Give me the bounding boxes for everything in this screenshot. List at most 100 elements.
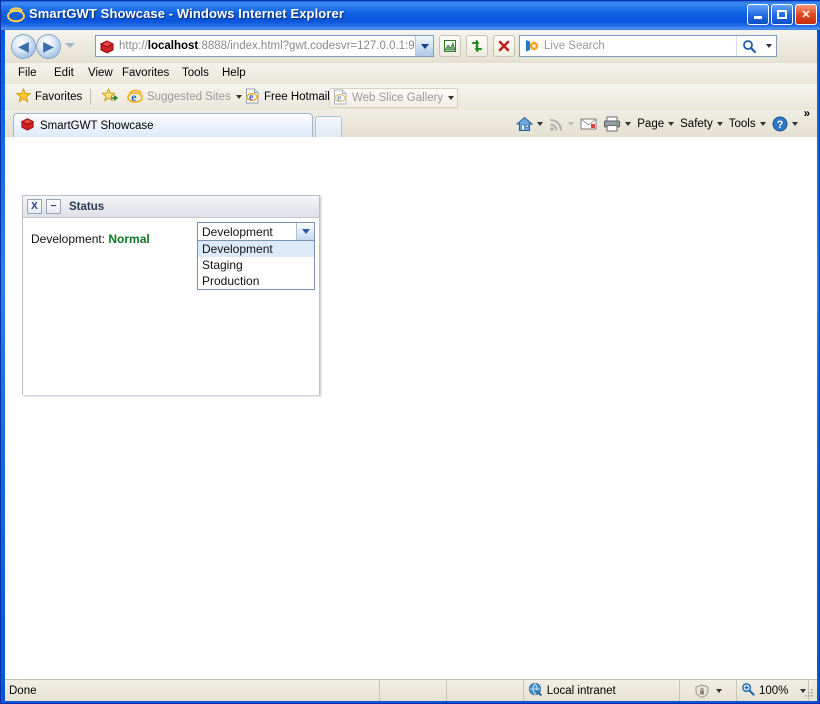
page-menu-button[interactable]: Page (634, 116, 677, 132)
stop-button[interactable] (493, 35, 515, 57)
search-input[interactable]: Live Search (544, 40, 736, 52)
panel-minimize-button[interactable]: − (46, 199, 61, 214)
navigation-bar: ◀ ▶ http://localhost:8888/index.html?gwt… (5, 30, 817, 64)
status-panel: X − Status Development: Normal Developme… (22, 195, 320, 395)
magnifier-icon (742, 39, 756, 53)
menu-item-tools[interactable]: Tools (177, 66, 214, 80)
resize-grip[interactable] (804, 680, 817, 701)
menu-item-help[interactable]: Help (217, 66, 251, 80)
lock-icon (695, 683, 709, 698)
title-bar[interactable]: e SmartGWT Showcase - Windows Internet E… (1, 1, 820, 30)
protected-mode-indicator[interactable] (680, 680, 737, 701)
status-panel-body: Development: Normal Development Developm… (23, 218, 319, 395)
tab-smartgwt-showcase[interactable]: SmartGWT Showcase (13, 113, 313, 137)
window-frame: e SmartGWT Showcase - Windows Internet E… (0, 0, 820, 704)
page-menu-label: Page (637, 118, 665, 130)
favorites-item-suggested-sites[interactable]: e Suggested Sites (124, 88, 245, 106)
back-button[interactable]: ◀ (11, 34, 36, 59)
select-option-production[interactable]: Production (198, 273, 314, 289)
globe-icon (528, 682, 543, 700)
mail-icon (580, 118, 597, 130)
close-button[interactable]: ✕ (795, 4, 817, 25)
menu-item-edit[interactable]: Edit (49, 66, 79, 80)
favorites-center-button[interactable]: Favorites (13, 87, 85, 106)
add-to-favorites-button[interactable] (99, 87, 125, 106)
favorites-item-label: Free Hotmail (264, 91, 330, 103)
svg-text:e: e (12, 9, 18, 24)
chevron-down-icon (716, 122, 723, 126)
home-button[interactable] (513, 114, 546, 134)
status-value: Normal (108, 232, 150, 246)
svg-text:?: ? (776, 119, 783, 131)
command-bar-overflow-button[interactable]: » (801, 106, 813, 122)
address-bar[interactable]: http://localhost:8888/index.html?gwt.cod… (95, 35, 434, 57)
back-arrow-icon: ◀ (18, 38, 29, 54)
security-zone-label: Local intranet (546, 684, 616, 697)
menu-item-file[interactable]: File (13, 66, 42, 80)
safety-menu-button[interactable]: Safety (677, 116, 726, 132)
menu-item-view[interactable]: View (83, 66, 118, 80)
select-option-staging[interactable]: Staging (198, 257, 314, 273)
chevron-down-icon (235, 95, 242, 99)
panel-title: Status (69, 200, 105, 213)
search-options-button[interactable] (761, 36, 776, 56)
compatibility-view-icon (444, 40, 456, 52)
panel-close-button[interactable]: X (27, 199, 42, 214)
chevron-down-icon (716, 688, 723, 693)
print-button[interactable] (600, 114, 634, 134)
search-box[interactable]: Live Search (519, 35, 777, 57)
help-menu-button[interactable]: ? (769, 114, 801, 134)
status-text: Development: Normal (31, 232, 150, 246)
bing-icon (524, 39, 540, 53)
tools-menu-button[interactable]: Tools (726, 116, 769, 132)
favorites-separator (90, 89, 91, 105)
status-bar: Done Local intranet 100% (5, 679, 817, 701)
page-ie-icon: e (245, 88, 260, 107)
environment-select-options[interactable]: Development Staging Production (197, 241, 315, 290)
window-buttons: ✕ (747, 4, 817, 25)
compatibility-view-button[interactable] (439, 35, 461, 57)
chevron-down-icon (448, 96, 455, 100)
chevron-down-icon (301, 229, 310, 234)
browser-window: e SmartGWT Showcase - Windows Internet E… (0, 0, 820, 704)
status-bar-spacer-2 (447, 680, 524, 701)
new-tab-button[interactable] (315, 116, 342, 137)
favorites-item-free-hotmail[interactable]: e Free Hotmail (242, 88, 333, 106)
refresh-icon (472, 40, 482, 52)
menu-item-favorites[interactable]: Favorites (117, 66, 174, 80)
environment-select-box[interactable]: Development (197, 222, 315, 241)
resize-grip-icon (804, 688, 814, 698)
status-bar-message: Done (5, 680, 380, 701)
command-bar: Page Safety Tools ? » (513, 108, 813, 136)
status-prefix: Development: (31, 232, 106, 246)
refresh-button[interactable] (466, 35, 488, 57)
window-title: SmartGWT Showcase - Windows Internet Exp… (29, 6, 344, 21)
client-area: ◀ ▶ http://localhost:8888/index.html?gwt… (5, 30, 817, 701)
svg-text:e: e (131, 90, 137, 104)
chevron-down-icon (420, 43, 429, 49)
svg-text:e: e (249, 92, 254, 103)
chevron-down-icon (625, 122, 632, 126)
zoom-level[interactable]: 100% (737, 680, 809, 701)
feeds-button[interactable] (546, 115, 577, 134)
security-zone[interactable]: Local intranet (524, 680, 681, 701)
page-ie-icon: e (333, 89, 348, 108)
maximize-button[interactable] (771, 4, 793, 25)
address-dropdown-button[interactable] (415, 36, 433, 56)
minimize-button[interactable] (747, 4, 769, 25)
feeds-icon (550, 118, 563, 131)
environment-select-value: Development (202, 224, 273, 239)
help-icon: ? (772, 116, 788, 132)
forward-button[interactable]: ▶ (36, 34, 61, 59)
star-icon (15, 87, 32, 106)
environment-select[interactable]: Development Development Staging Producti… (197, 222, 315, 290)
search-go-button[interactable] (736, 36, 761, 56)
recent-pages-icon[interactable] (65, 43, 75, 48)
environment-select-arrow-button[interactable] (296, 223, 314, 240)
select-option-development[interactable]: Development (198, 241, 314, 257)
add-favorite-icon (101, 87, 119, 106)
close-icon: ✕ (801, 9, 811, 21)
favorites-item-web-slice-gallery[interactable]: e Web Slice Gallery (329, 88, 459, 108)
mail-button[interactable] (577, 115, 600, 133)
safety-menu-label: Safety (680, 118, 713, 130)
